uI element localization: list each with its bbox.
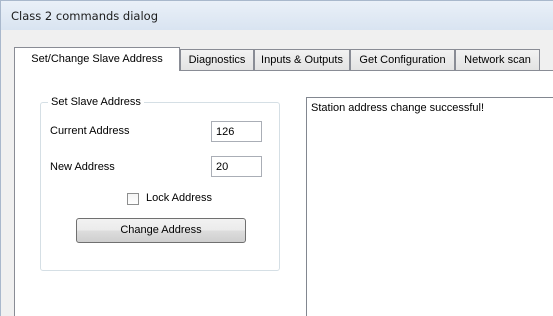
- status-message: Station address change successful!: [311, 102, 485, 114]
- change-address-button[interactable]: Change Address: [76, 218, 246, 243]
- tab-network-scan[interactable]: Network scan: [455, 49, 540, 70]
- current-address-field[interactable]: [211, 121, 262, 142]
- tab-diagnostics[interactable]: Diagnostics: [180, 49, 254, 70]
- current-address-label: Current Address: [50, 125, 130, 137]
- group-title: Set Slave Address: [48, 96, 144, 108]
- lock-address-checkbox[interactable]: [127, 193, 139, 205]
- status-log[interactable]: Station address change successful!: [306, 97, 553, 316]
- new-address-field[interactable]: [211, 156, 262, 177]
- tab-set-change-slave-address[interactable]: Set/Change Slave Address: [14, 47, 180, 71]
- tab-get-configuration[interactable]: Get Configuration: [350, 49, 455, 70]
- lock-address-label: Lock Address: [146, 192, 213, 204]
- title-bar: Class 2 commands dialog: [0, 0, 553, 30]
- new-address-label: New Address: [50, 161, 115, 173]
- window-title: Class 2 commands dialog: [11, 9, 159, 23]
- tab-inputs-outputs[interactable]: Inputs & Outputs: [254, 49, 350, 70]
